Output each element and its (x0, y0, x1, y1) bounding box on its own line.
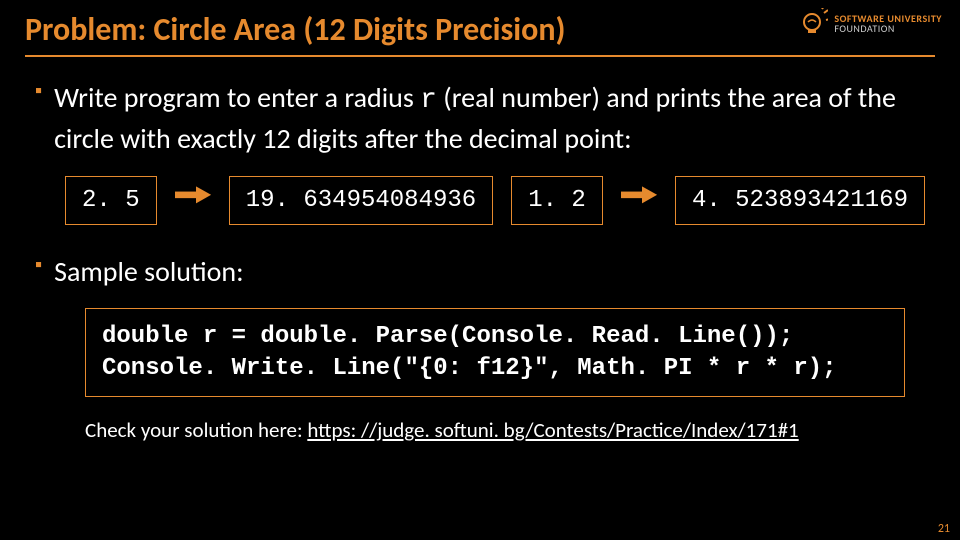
page-number: 21 (938, 522, 950, 536)
code-block: double r = double. Parse(Console. Read. … (85, 308, 905, 396)
slide-content: ▪ Write program to enter a radius r (rea… (25, 57, 935, 443)
example-row: 2. 5 19. 634954084936 1. 2 4. 5238934211… (65, 176, 925, 225)
brand-logo: SOFTWARE UNIVERSITY FOUNDATION (796, 8, 942, 40)
code-variable-r: r (420, 85, 437, 116)
example-output-1: 19. 634954084936 (229, 176, 493, 225)
solution-link[interactable]: https: //judge. softuni. bg/Contests/Pra… (307, 417, 798, 443)
example-output-2: 4. 523893421169 (675, 176, 925, 225)
bullet-2: ▪ Sample solution: (35, 253, 925, 291)
check-label: Check your solution here: (85, 417, 307, 443)
check-link-line: Check your solution here: https: //judge… (85, 417, 925, 443)
bullet-1: ▪ Write program to enter a radius r (rea… (35, 79, 925, 158)
example-input-2: 1. 2 (511, 176, 603, 225)
lightbulb-icon (796, 8, 828, 40)
arrow-right-icon (175, 185, 211, 215)
arrow-right-icon (621, 185, 657, 215)
example-input-1: 2. 5 (65, 176, 157, 225)
bullet-square-icon: ▪ (35, 253, 42, 277)
logo-text-bottom: FOUNDATION (834, 24, 942, 34)
bullet-square-icon: ▪ (35, 79, 42, 103)
bullet-1-text-a: Write program to enter a radius (54, 80, 420, 115)
bullet-2-text: Sample solution: (54, 253, 243, 291)
